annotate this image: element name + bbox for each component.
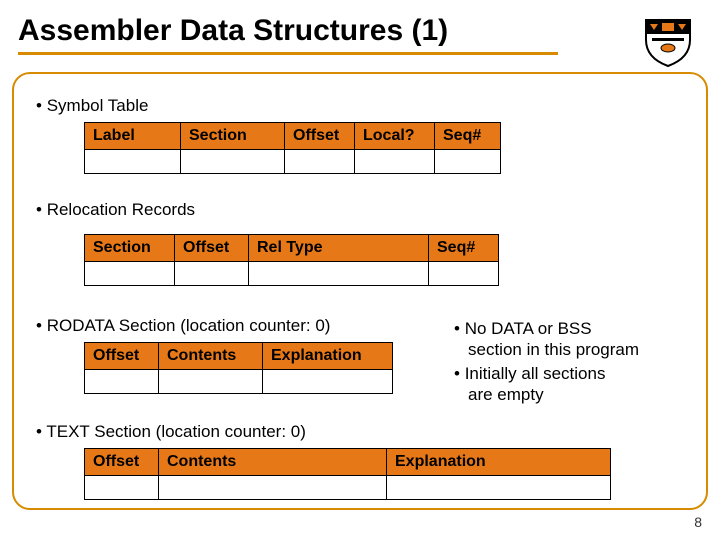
table-row (85, 262, 499, 286)
slide: Assembler Data Structures (1) Symbol Tab… (0, 0, 720, 540)
th-offset: Offset (85, 449, 159, 476)
th-contents: Contents (159, 449, 387, 476)
table-row: Offset Contents Explanation (85, 343, 393, 370)
bullet-relocation: Relocation Records (36, 200, 195, 220)
th-offset: Offset (285, 123, 355, 150)
title-block: Assembler Data Structures (1) (18, 14, 558, 55)
table-row (85, 370, 393, 394)
bullet-rodata: RODATA Section (location counter: 0) (36, 316, 330, 336)
th-offset: Offset (85, 343, 159, 370)
table-row (85, 150, 501, 174)
th-contents: Contents (159, 343, 263, 370)
princeton-shield-icon (640, 14, 696, 70)
side-note-line: No DATA or BSS section in this program (454, 318, 694, 361)
table-text: Offset Contents Explanation (84, 448, 611, 500)
th-local: Local? (355, 123, 435, 150)
page-title: Assembler Data Structures (1) (18, 14, 558, 48)
table-row: Label Section Offset Local? Seq# (85, 123, 501, 150)
side-note: No DATA or BSS section in this program I… (454, 318, 694, 407)
table-symbol: Label Section Offset Local? Seq# (84, 122, 501, 174)
th-seq: Seq# (429, 235, 499, 262)
table-relocation: Section Offset Rel Type Seq# (84, 234, 499, 286)
page-number: 8 (694, 514, 702, 530)
table-row (85, 476, 611, 500)
bullet-symbol-table: Symbol Table (36, 96, 148, 116)
th-section: Section (181, 123, 285, 150)
side-note-line: Initially all sections are empty (454, 363, 694, 406)
title-underline (18, 52, 558, 55)
th-seq: Seq# (435, 123, 501, 150)
th-offset: Offset (175, 235, 249, 262)
th-label: Label (85, 123, 181, 150)
th-explanation: Explanation (387, 449, 611, 476)
th-explanation: Explanation (263, 343, 393, 370)
th-section: Section (85, 235, 175, 262)
table-row: Offset Contents Explanation (85, 449, 611, 476)
bullet-text: TEXT Section (location counter: 0) (36, 422, 306, 442)
table-row: Section Offset Rel Type Seq# (85, 235, 499, 262)
table-rodata: Offset Contents Explanation (84, 342, 393, 394)
th-reltype: Rel Type (249, 235, 429, 262)
